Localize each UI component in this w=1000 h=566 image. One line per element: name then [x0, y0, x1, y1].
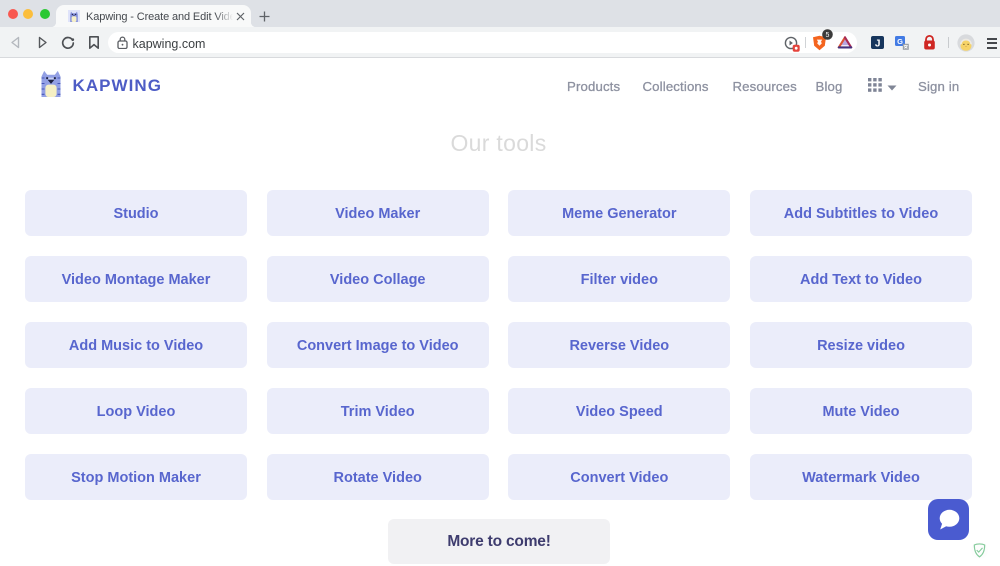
- svg-text:G: G: [897, 37, 903, 46]
- svg-text:J: J: [875, 38, 881, 49]
- svg-text:5: 5: [825, 32, 829, 39]
